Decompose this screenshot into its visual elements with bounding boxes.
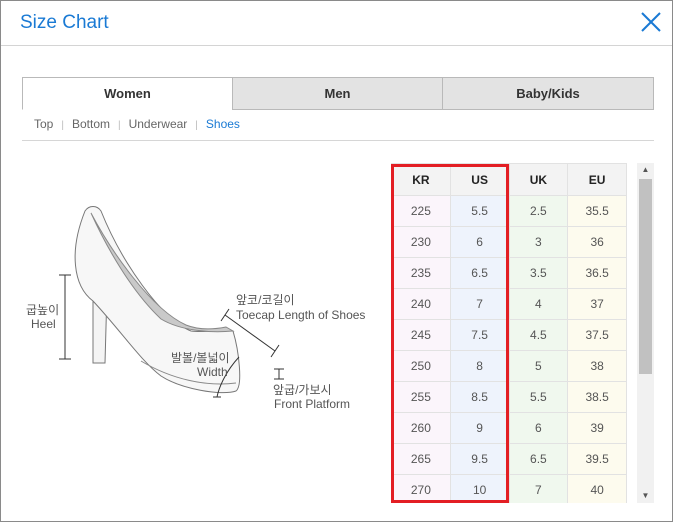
size-cell-kr: 265 xyxy=(391,443,451,475)
size-cell-us: 5.5 xyxy=(449,195,510,227)
toecap-label-en: Toecap Length of Shoes xyxy=(236,308,366,322)
size-cell-us: 8.5 xyxy=(449,381,510,413)
size-cell-kr: 240 xyxy=(391,288,451,320)
scroll-down-arrow-icon[interactable]: ▼ xyxy=(637,489,654,503)
size-cell-uk: 5 xyxy=(508,350,569,382)
size-cell-us: 9.5 xyxy=(449,443,510,475)
size-conversion-table: KR US UK EU 225 5.5 2.5 35.5 230 6 3 36 235 6.5 3.… xyxy=(391,163,627,503)
size-cell-us: 7.5 xyxy=(449,319,510,351)
table-row: 245 7.5 4.5 37.5 xyxy=(391,319,627,351)
size-cell-kr: 260 xyxy=(391,412,451,444)
tab-women[interactable]: Women xyxy=(22,77,233,110)
table-header-row: KR US UK EU xyxy=(391,163,627,196)
tab-baby-kids[interactable]: Baby/Kids xyxy=(442,77,654,110)
size-cell-uk: 2.5 xyxy=(508,195,569,227)
header-kr: KR xyxy=(391,163,451,196)
category-tabs: Women Men Baby/Kids xyxy=(22,77,654,110)
table-row: 250 8 5 38 xyxy=(391,350,627,382)
size-cell-kr: 235 xyxy=(391,257,451,289)
table-row: 230 6 3 36 xyxy=(391,226,627,258)
subcategory-nav: Top | Bottom | Underwear | Shoes xyxy=(34,117,240,131)
size-cell-kr: 245 xyxy=(391,319,451,351)
scroll-up-arrow-icon[interactable]: ▲ xyxy=(637,163,654,177)
width-label-kr: 발볼/볼넓이 xyxy=(171,351,230,365)
subnav-divider xyxy=(22,140,654,141)
table-row: 255 8.5 5.5 38.5 xyxy=(391,381,627,413)
size-cell-kr: 250 xyxy=(391,350,451,382)
size-cell-eu: 39 xyxy=(567,412,627,444)
platform-label-en: Front Platform xyxy=(274,397,351,411)
size-cell-uk: 3 xyxy=(508,226,569,258)
header-uk: UK xyxy=(508,163,569,196)
size-cell-eu: 36.5 xyxy=(567,257,627,289)
size-cell-us: 7 xyxy=(449,288,510,320)
subnav-separator: | xyxy=(61,120,64,131)
size-cell-uk: 4 xyxy=(508,288,569,320)
size-cell-eu: 40 xyxy=(567,474,627,503)
subnav-bottom[interactable]: Bottom xyxy=(72,117,110,131)
close-icon[interactable] xyxy=(640,11,662,33)
table-row: 270 10 7 40 xyxy=(391,474,627,503)
size-cell-uk: 5.5 xyxy=(508,381,569,413)
size-chart-dialog: Size Chart Women Men Baby/Kids Top | Botto… xyxy=(0,0,673,522)
size-cell-uk: 6.5 xyxy=(508,443,569,475)
shoe-measurement-diagram: 굽높이 Heel 앞코/코길이 Toecap Length of Shoes 발… xyxy=(21,191,381,421)
size-cell-us: 6 xyxy=(449,226,510,258)
scrollbar-thumb[interactable] xyxy=(639,179,652,374)
subnav-top[interactable]: Top xyxy=(34,117,53,131)
size-table-container: KR US UK EU 225 5.5 2.5 35.5 230 6 3 36 235 6.5 3.… xyxy=(391,163,627,503)
size-cell-uk: 7 xyxy=(508,474,569,503)
size-cell-eu: 36 xyxy=(567,226,627,258)
size-cell-kr: 230 xyxy=(391,226,451,258)
size-cell-eu: 35.5 xyxy=(567,195,627,227)
size-cell-uk: 4.5 xyxy=(508,319,569,351)
size-cell-eu: 39.5 xyxy=(567,443,627,475)
table-row: 240 7 4 37 xyxy=(391,288,627,320)
table-row: 265 9.5 6.5 39.5 xyxy=(391,443,627,475)
toecap-label-kr: 앞코/코길이 xyxy=(236,293,295,307)
platform-label-kr: 앞굽/가보시 xyxy=(273,383,332,397)
header-us: US xyxy=(449,163,510,196)
table-row: 260 9 6 39 xyxy=(391,412,627,444)
subnav-underwear[interactable]: Underwear xyxy=(129,117,188,131)
size-cell-uk: 6 xyxy=(508,412,569,444)
header-eu: EU xyxy=(567,163,627,196)
size-cell-kr: 270 xyxy=(391,474,451,503)
size-cell-kr: 225 xyxy=(391,195,451,227)
size-cell-kr: 255 xyxy=(391,381,451,413)
width-label-en: Width xyxy=(197,365,228,379)
tab-men[interactable]: Men xyxy=(232,77,443,110)
size-cell-eu: 38 xyxy=(567,350,627,382)
size-cell-eu: 37 xyxy=(567,288,627,320)
table-row: 225 5.5 2.5 35.5 xyxy=(391,195,627,227)
size-table-body: 225 5.5 2.5 35.5 230 6 3 36 235 6.5 3.5 36.5 240 7 4 37… xyxy=(391,195,627,503)
heel-label-en: Heel xyxy=(31,317,56,331)
dialog-header: Size Chart xyxy=(1,1,672,46)
size-cell-us: 10 xyxy=(449,474,510,503)
size-cell-us: 8 xyxy=(449,350,510,382)
subnav-separator: | xyxy=(195,120,198,131)
size-cell-us: 6.5 xyxy=(449,257,510,289)
table-row: 235 6.5 3.5 36.5 xyxy=(391,257,627,289)
table-scrollbar[interactable]: ▲ ▼ xyxy=(637,163,654,503)
heel-label-kr: 굽높이 xyxy=(26,303,60,317)
size-cell-uk: 3.5 xyxy=(508,257,569,289)
size-cell-eu: 38.5 xyxy=(567,381,627,413)
subnav-separator: | xyxy=(117,120,121,131)
size-cell-us: 9 xyxy=(449,412,510,444)
size-cell-eu: 37.5 xyxy=(567,319,627,351)
dialog-title: Size Chart xyxy=(20,12,109,33)
subnav-shoes[interactable]: Shoes xyxy=(206,117,240,131)
